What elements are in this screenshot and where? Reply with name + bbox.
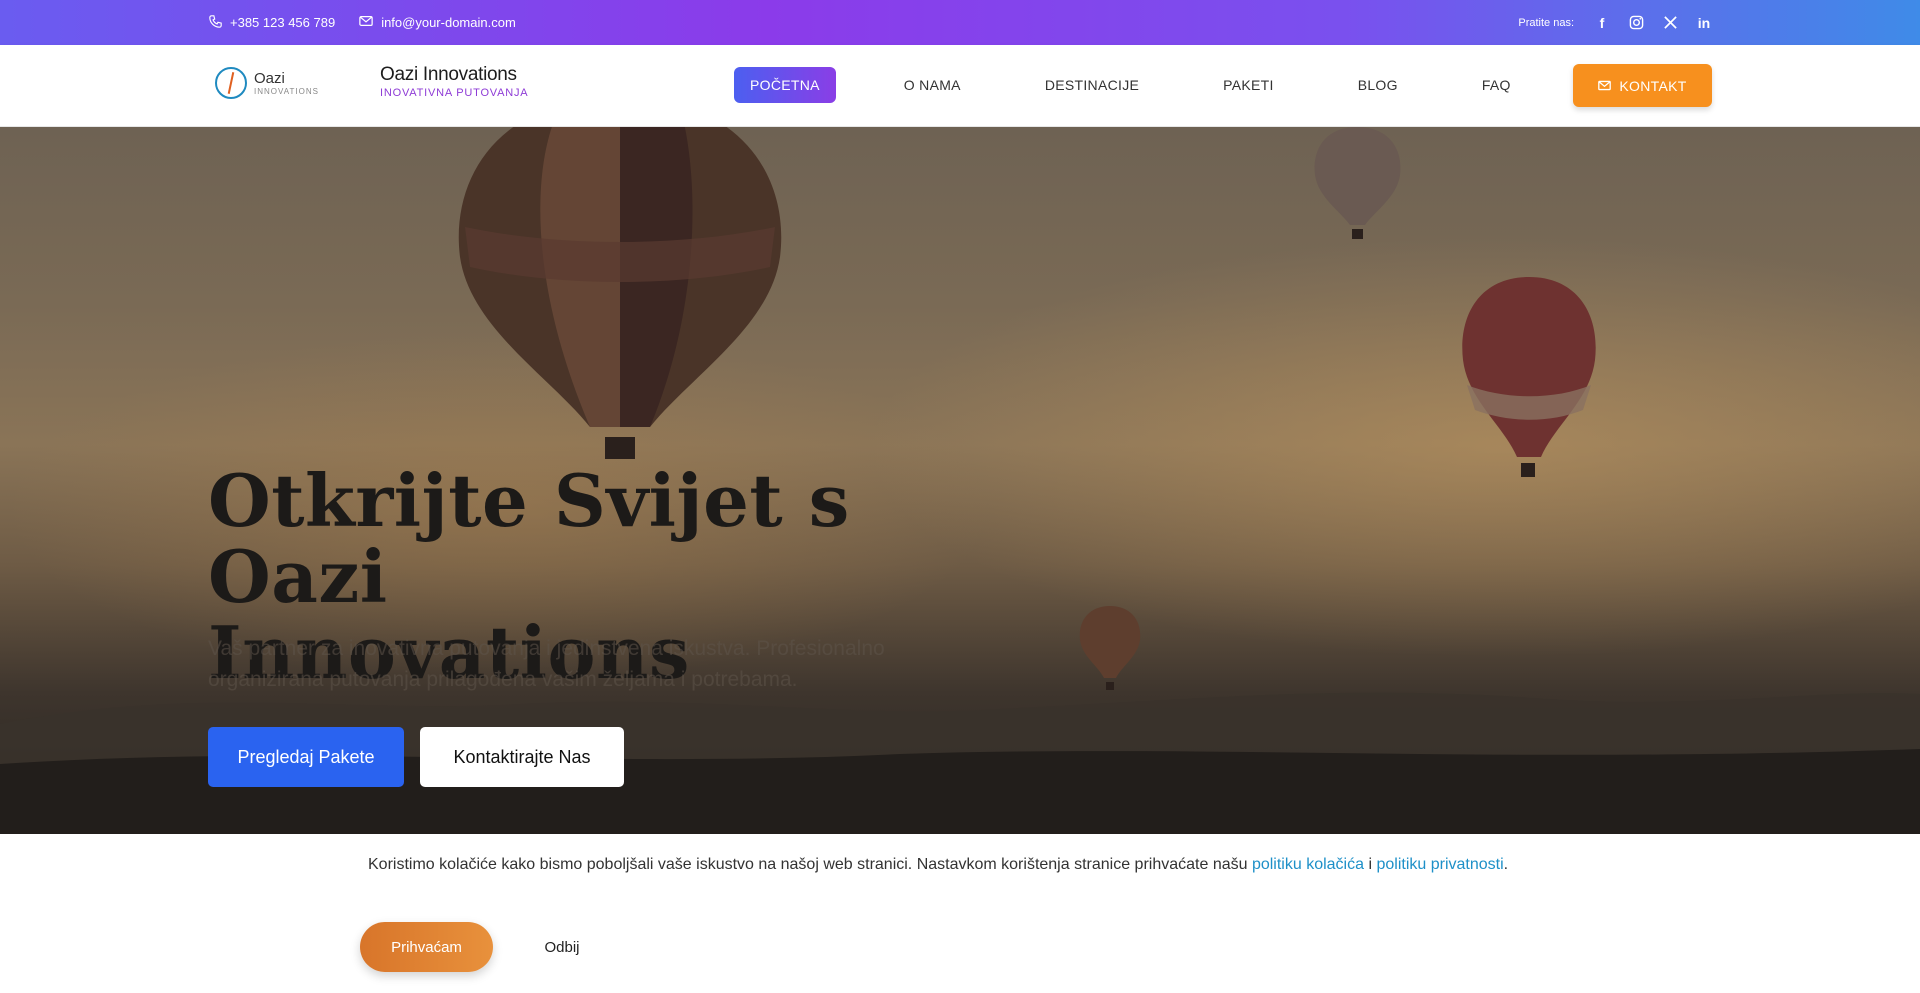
brand[interactable]: Oazi Innovations INOVATIVNA PUTOVANJA	[380, 64, 528, 99]
logo-subtitle: INNOVATIONS	[254, 86, 319, 96]
compass-icon	[215, 67, 247, 99]
instagram-icon[interactable]	[1628, 15, 1644, 31]
hot-air-balloon-image	[458, 127, 782, 459]
phone-link[interactable]: +385 123 456 789	[209, 14, 336, 31]
linkedin-icon[interactable]: in	[1696, 15, 1712, 31]
follow-label: Pratite nas:	[1518, 16, 1574, 29]
email-link[interactable]: info@your-domain.com	[359, 15, 516, 30]
logo-name: Oazi	[254, 69, 285, 87]
brand-tagline: INOVATIVNA PUTOVANJA	[380, 87, 529, 99]
nav-item-destinacije[interactable]: DESTINACIJE	[1029, 67, 1155, 103]
phone-icon	[209, 14, 222, 31]
hero-buttons: Pregledaj Pakete Kontaktirajte Nas	[208, 727, 624, 787]
cookie-message: Koristimo kolačiće kako bismo poboljšali…	[368, 856, 1508, 874]
nav-item-paketi[interactable]: PAKETI	[1207, 67, 1290, 103]
email-address: info@your-domain.com	[381, 15, 516, 30]
kontakt-button[interactable]: KONTAKT	[1573, 64, 1712, 107]
contact-us-button[interactable]: Kontaktirajte Nas	[420, 727, 624, 787]
contact-info: +385 123 456 789 info@your-domain.com	[209, 0, 516, 45]
brand-title: Oazi Innovations	[380, 64, 517, 85]
facebook-icon[interactable]: f	[1594, 15, 1610, 31]
top-bar: +385 123 456 789 info@your-domain.com Pr…	[0, 0, 1920, 45]
small-balloon-image	[1314, 127, 1401, 239]
view-packages-button[interactable]: Pregledaj Pakete	[208, 727, 404, 787]
logo[interactable]: Oazi INNOVATIONS	[215, 67, 319, 99]
cookie-policy-link[interactable]: politiku kolačića	[1252, 856, 1364, 873]
kontakt-label: KONTAKT	[1619, 77, 1687, 94]
cookie-banner: Koristimo kolačiće kako bismo poboljšali…	[0, 834, 1920, 993]
nav-menu: POČETNA O NAMA DESTINACIJE PAKETI BLOG F…	[734, 67, 1527, 103]
cookie-text: Koristimo kolačiće kako bismo poboljšali…	[368, 856, 1252, 873]
red-balloon-image	[1462, 277, 1596, 477]
phone-number: +385 123 456 789	[230, 15, 336, 30]
x-icon[interactable]	[1662, 15, 1678, 31]
nav-item-pocetna[interactable]: POČETNA	[734, 67, 836, 103]
main-navbar: Oazi INNOVATIONS Oazi Innovations INOVAT…	[0, 45, 1920, 127]
privacy-policy-link[interactable]: politiku privatnosti	[1376, 856, 1503, 873]
hero-subtitle: Vaš partner za inovativna putovanja i je…	[208, 637, 885, 691]
nav-item-faq[interactable]: FAQ	[1466, 67, 1527, 103]
accept-cookies-button[interactable]: Prihvaćam	[360, 922, 493, 972]
nav-item-o-nama[interactable]: O NAMA	[888, 67, 977, 103]
social-links: Pratite nas: f in	[1518, 0, 1712, 45]
envelope-icon	[1598, 78, 1612, 94]
hero-section: Otkrijte Svijet s Oazi Innovations Vaš p…	[0, 127, 1920, 834]
hero-title-line-1: Otkrijte Svijet s Oazi	[208, 458, 850, 619]
mail-icon	[359, 15, 373, 30]
nav-item-blog[interactable]: BLOG	[1342, 67, 1414, 103]
cookie-end: .	[1503, 856, 1509, 873]
cookie-joiner: i	[1364, 856, 1377, 873]
reject-cookies-button[interactable]: Odbij	[522, 922, 602, 972]
